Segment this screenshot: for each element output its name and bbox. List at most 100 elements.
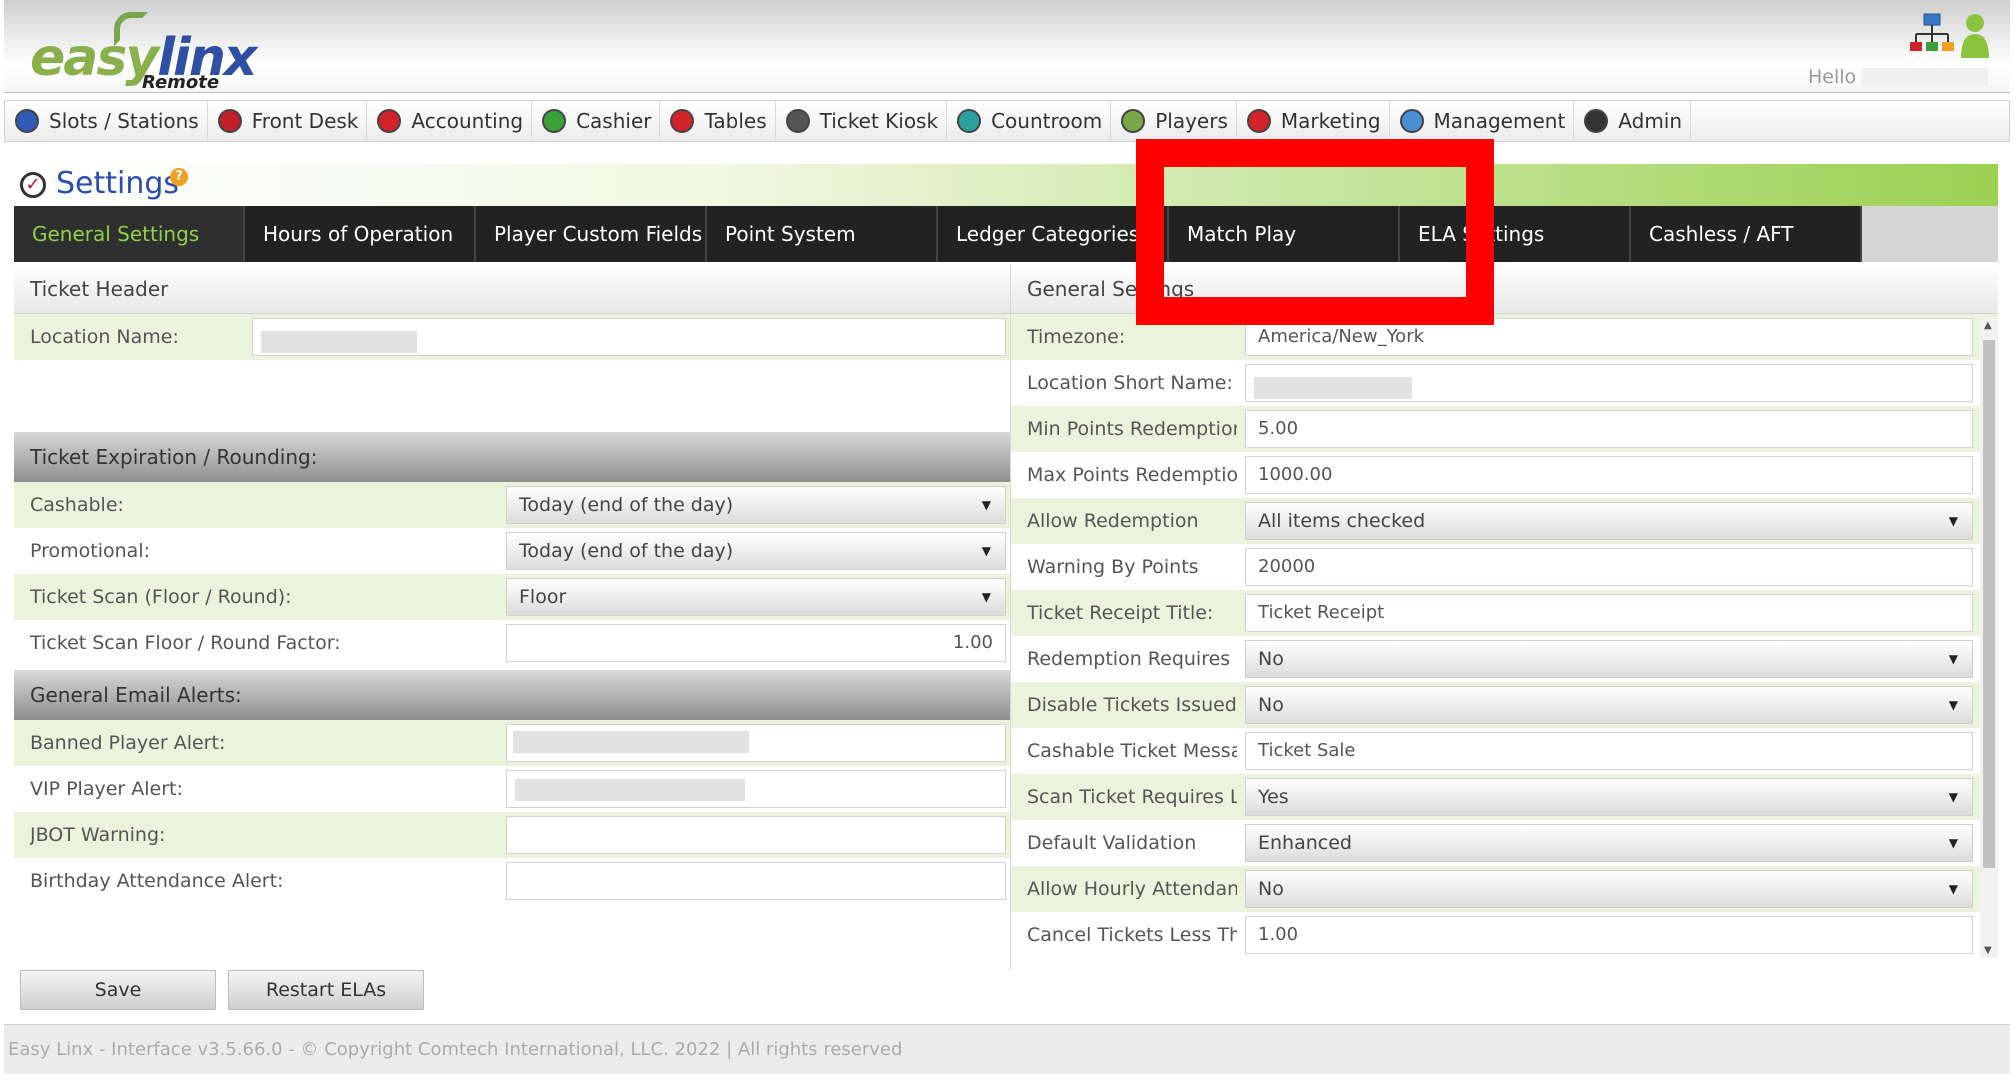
allow-redemption-select[interactable]: All items checked ▼ xyxy=(1245,502,1973,540)
nav-players[interactable]: Players xyxy=(1111,101,1237,141)
scan-factor-label: Ticket Scan Floor / Round Factor: xyxy=(30,632,341,654)
dropdown-caret-icon: ▼ xyxy=(981,544,991,558)
default-validation-select[interactable]: Enhanced ▼ xyxy=(1245,824,1973,862)
location-short-name-input[interactable] xyxy=(1245,364,1973,402)
admin-gear-icon xyxy=(1584,109,1609,133)
tab-point-system[interactable]: Point System xyxy=(707,206,938,262)
help-icon[interactable]: ? xyxy=(170,168,188,186)
min-points-input[interactable]: 5.00 xyxy=(1245,410,1973,448)
right-panel-scrollbar[interactable]: ▲ ▼ xyxy=(1980,318,1998,958)
redacted-value xyxy=(513,731,749,753)
row-min-points: Min Points Redemption 5.00 xyxy=(1011,406,1998,452)
nav-accounting[interactable]: Accounting xyxy=(367,101,533,141)
restart-elas-button[interactable]: Restart ELAs xyxy=(228,970,424,1010)
cashable-value: Today (end of the day) xyxy=(519,494,734,516)
nav-ticket-kiosk[interactable]: Ticket Kiosk xyxy=(776,101,948,141)
promotional-select[interactable]: Today (end of the day) ▼ xyxy=(506,532,1006,570)
save-button[interactable]: Save xyxy=(20,970,216,1010)
left-settings-panel: Ticket Header Location Name: Ticket Expi… xyxy=(14,264,1010,970)
network-icon[interactable] xyxy=(1910,12,1954,56)
row-ticket-receipt-title: Ticket Receipt Title: Ticket Receipt xyxy=(1011,590,1998,636)
jbot-warning-label: JBOT Warning: xyxy=(30,824,166,846)
main-nav: Slots / Stations Front Desk Accounting C… xyxy=(4,100,2010,142)
row-scan-ticket-requires: Scan Ticket Requires L Yes ▼ xyxy=(1011,774,1998,820)
settings-tabs: General Settings Hours of Operation Play… xyxy=(14,206,1998,262)
ticket-scan-select[interactable]: Floor ▼ xyxy=(506,578,1006,616)
vip-alert-input[interactable] xyxy=(506,770,1006,808)
nav-admin[interactable]: Admin xyxy=(1574,101,1692,141)
disable-tickets-issued-value: No xyxy=(1258,694,1284,716)
warning-by-points-input[interactable]: 20000 xyxy=(1245,548,1973,586)
nav-tables[interactable]: Tables xyxy=(660,101,776,141)
logo-remote: Remote xyxy=(142,72,220,93)
allow-hourly-attendance-label: Allow Hourly Attendance xyxy=(1027,878,1237,900)
app-header: easylinx Remote Hello xyxy=(4,0,2010,93)
nav-marketing[interactable]: Marketing xyxy=(1237,101,1390,141)
redemption-requires-select[interactable]: No ▼ xyxy=(1245,640,1973,678)
page-title: Settings xyxy=(56,166,180,201)
hello-text: Hello xyxy=(1808,66,1857,88)
cashable-select[interactable]: Today (end of the day) ▼ xyxy=(506,486,1006,524)
easylinx-logo[interactable]: easylinx Remote xyxy=(26,6,257,93)
ticket-scan-value: Floor xyxy=(519,586,567,608)
scroll-down-icon[interactable]: ▼ xyxy=(1984,945,1992,956)
row-max-points: Max Points Redemption 1000.00 xyxy=(1011,452,1998,498)
cashier-icon xyxy=(542,109,567,133)
allow-hourly-attendance-select[interactable]: No ▼ xyxy=(1245,870,1973,908)
location-name-input[interactable] xyxy=(252,318,1006,356)
row-birthday-alert: Birthday Attendance Alert: xyxy=(14,858,1010,904)
scan-ticket-requires-select[interactable]: Yes ▼ xyxy=(1245,778,1973,816)
nav-label: Accounting xyxy=(411,109,524,133)
row-location-name: Location Name: xyxy=(14,314,1010,360)
slots-icon xyxy=(15,109,39,133)
cashable-ticket-message-input[interactable]: Ticket Sale xyxy=(1245,732,1973,770)
disable-tickets-issued-select[interactable]: No ▼ xyxy=(1245,686,1973,724)
jbot-warning-input[interactable] xyxy=(506,816,1006,854)
nav-management[interactable]: Management xyxy=(1390,101,1575,141)
min-points-label: Min Points Redemption xyxy=(1027,418,1237,440)
user-icon[interactable] xyxy=(1960,12,1990,58)
tab-player-custom-fields[interactable]: Player Custom Fields xyxy=(476,206,707,262)
nav-label: Cashier xyxy=(576,109,652,133)
tab-ledger-categories[interactable]: Ledger Categories xyxy=(938,206,1169,262)
cancel-tickets-input[interactable]: 1.00 xyxy=(1245,916,1973,954)
nav-label: Admin xyxy=(1618,109,1683,133)
scroll-up-icon[interactable]: ▲ xyxy=(1984,320,1992,331)
tab-general-settings[interactable]: General Settings xyxy=(14,206,245,262)
vip-alert-label: VIP Player Alert: xyxy=(30,778,183,800)
banned-alert-label: Banned Player Alert: xyxy=(30,732,226,754)
redacted-value xyxy=(261,331,417,353)
row-jbot-warning: JBOT Warning: xyxy=(14,812,1010,858)
row-cancel-tickets: Cancel Tickets Less Than 1.00 xyxy=(1011,912,1998,958)
nav-label: Slots / Stations xyxy=(49,109,199,133)
tab-hours-of-operation[interactable]: Hours of Operation xyxy=(245,206,476,262)
nav-label: Marketing xyxy=(1280,109,1381,133)
nav-slots-stations[interactable]: Slots / Stations xyxy=(5,101,208,141)
redemption-requires-value: No xyxy=(1258,648,1284,670)
row-cashable: Cashable: Today (end of the day) ▼ xyxy=(14,482,1010,528)
banned-alert-input[interactable] xyxy=(506,724,1006,762)
settings-check-icon: ✓ xyxy=(20,172,46,198)
tab-cashless-aft[interactable]: Cashless / AFT xyxy=(1631,206,1862,262)
dropdown-caret-icon: ▼ xyxy=(1948,882,1958,896)
dropdown-caret-icon: ▼ xyxy=(1948,514,1958,528)
section-email-alerts: General Email Alerts: xyxy=(14,670,1010,720)
section-ticket-header: Ticket Header xyxy=(14,264,1010,314)
default-validation-label: Default Validation xyxy=(1027,832,1197,854)
scrollbar-thumb[interactable] xyxy=(1983,340,1995,868)
nav-cashier[interactable]: Cashier xyxy=(532,101,661,141)
nav-countroom[interactable]: Countroom xyxy=(947,101,1112,141)
row-allow-hourly-attendance: Allow Hourly Attendance No ▼ xyxy=(1011,866,1998,912)
ticket-scan-label: Ticket Scan (Floor / Round): xyxy=(30,586,292,608)
row-vip-alert: VIP Player Alert: xyxy=(14,766,1010,812)
players-icon xyxy=(1121,109,1146,133)
nav-front-desk[interactable]: Front Desk xyxy=(208,101,368,141)
ticket-receipt-title-input[interactable]: Ticket Receipt xyxy=(1245,594,1973,632)
birthday-alert-input[interactable] xyxy=(506,862,1006,900)
default-validation-value: Enhanced xyxy=(1258,832,1352,854)
warning-by-points-label: Warning By Points xyxy=(1027,556,1199,578)
max-points-input[interactable]: 1000.00 xyxy=(1245,456,1973,494)
allow-hourly-attendance-value: No xyxy=(1258,878,1284,900)
scan-factor-input[interactable]: 1.00 xyxy=(506,624,1006,662)
dropdown-caret-icon: ▼ xyxy=(1948,836,1958,850)
